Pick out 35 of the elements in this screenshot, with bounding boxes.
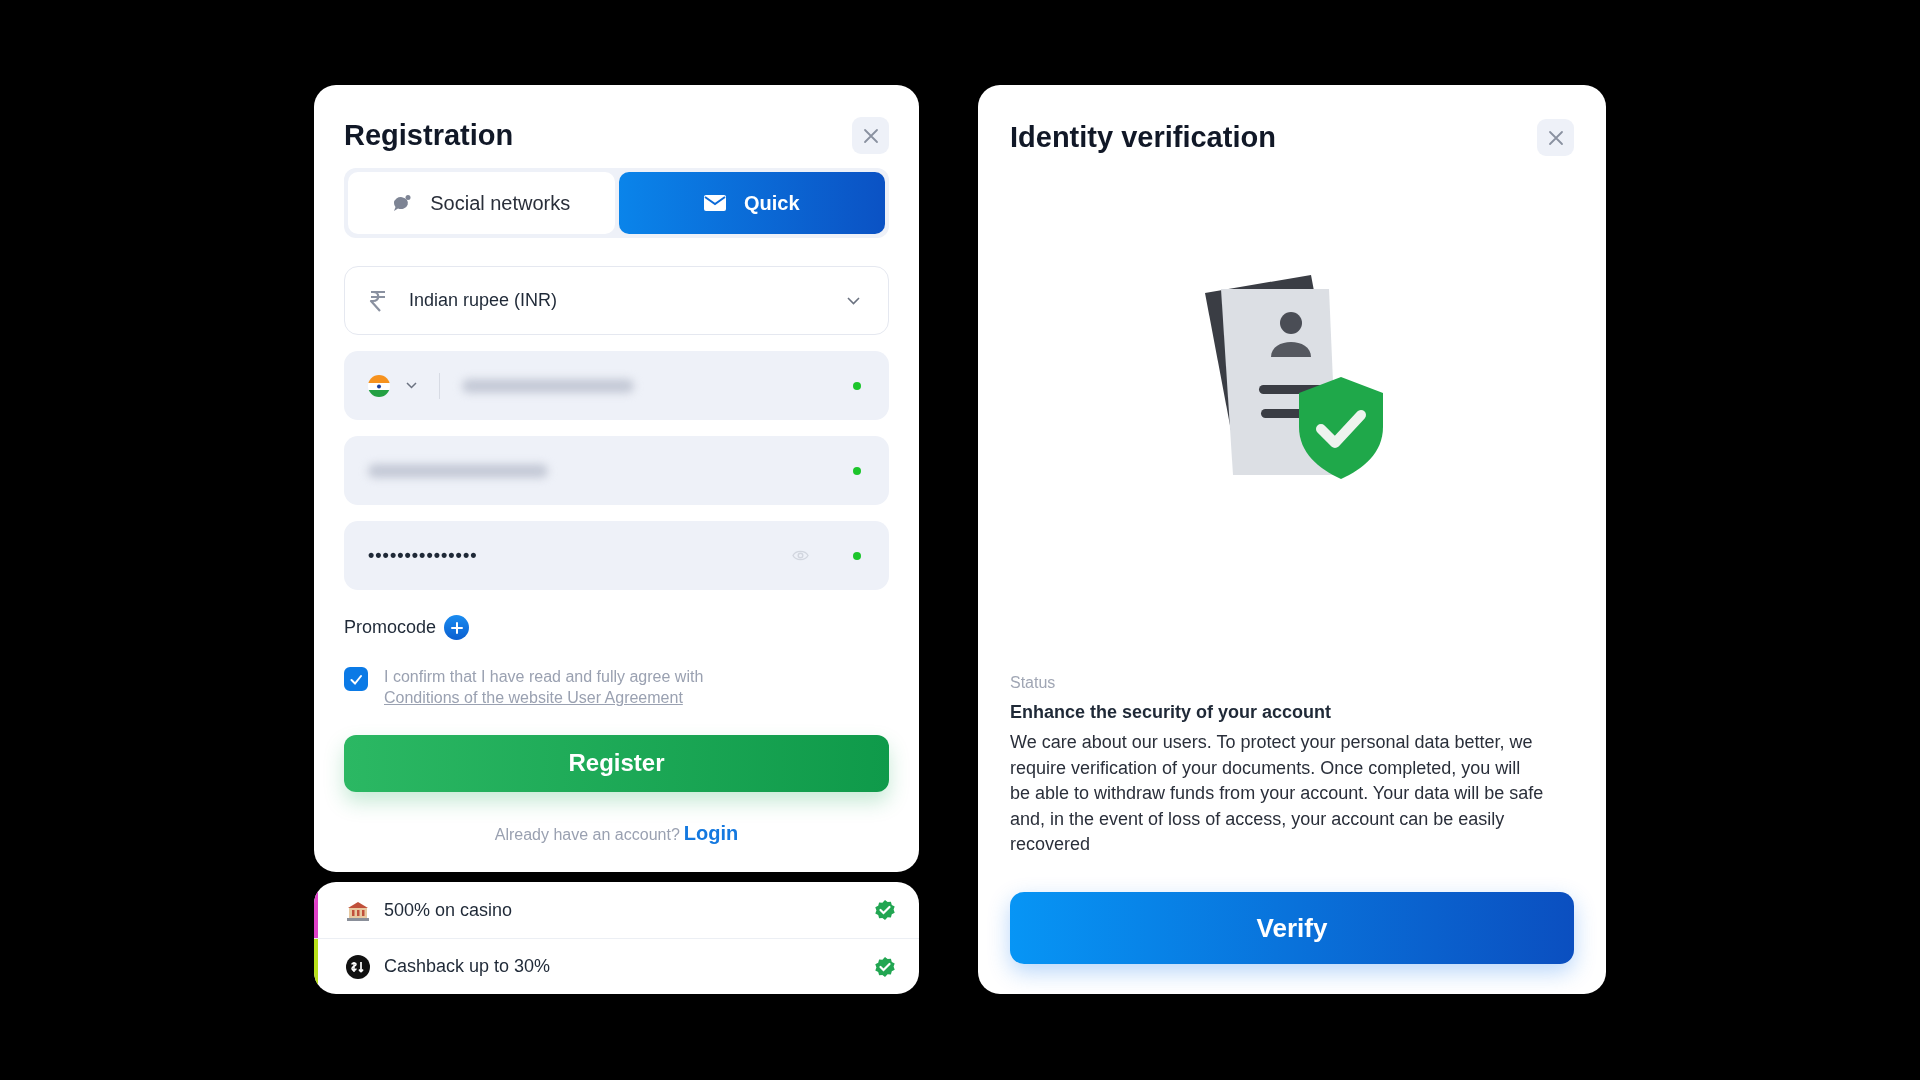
tab[interactable]: Quick xyxy=(618,172,885,234)
login-link[interactable]: Login xyxy=(683,818,739,848)
chevron-down-icon xyxy=(406,382,417,389)
dialog-title: Identity verification xyxy=(1010,120,1276,155)
rupee-icon xyxy=(369,289,387,312)
close-button[interactable] xyxy=(1537,119,1574,156)
status-label: Status xyxy=(1010,673,1057,693)
close-icon xyxy=(1546,128,1565,147)
check-icon xyxy=(350,673,362,685)
eye-icon[interactable] xyxy=(792,549,809,562)
dialog-title: Registration xyxy=(344,118,514,153)
bonus-row: 500% on casino xyxy=(314,882,919,938)
status-heading: Enhance the security of your account xyxy=(1010,701,1333,724)
add-promocode-button[interactable] xyxy=(444,615,470,640)
phone-field[interactable] xyxy=(344,351,889,420)
tab[interactable]: Social networks xyxy=(348,172,615,234)
status-description: We care about our users. To protect your personal data better, we require verification of your documents. Once completed, you will be able to withdraw funds from your account. Your data will be safe and, in the event of loss of access, your account can be easily recovered xyxy=(1010,731,1545,857)
envelope-icon xyxy=(703,195,726,211)
agreement-text: I confirm that I have read and fully agree with Conditions of the website User Agreement xyxy=(384,667,705,708)
promocode-label: Promocode xyxy=(344,616,437,639)
bonus-row: Cashback up to 30% xyxy=(314,938,919,994)
agreement-checkbox[interactable] xyxy=(344,667,368,691)
bank-building-icon xyxy=(346,899,370,921)
close-icon xyxy=(861,126,880,145)
login-prompt: Already have an account? xyxy=(494,825,680,845)
plus-icon xyxy=(450,621,463,634)
close-button[interactable] xyxy=(852,117,889,154)
password-field[interactable]: ••••••••••••••• xyxy=(344,521,889,590)
email-field[interactable] xyxy=(344,436,889,505)
india-flag-icon xyxy=(368,374,390,397)
chat-bubble-icon xyxy=(392,194,413,212)
currency-select[interactable]: Indian rupee (INR) xyxy=(344,266,889,335)
register-button[interactable]: Register xyxy=(344,734,889,792)
chevron-down-icon xyxy=(847,296,860,305)
verify-button[interactable]: Verify xyxy=(1010,892,1574,964)
